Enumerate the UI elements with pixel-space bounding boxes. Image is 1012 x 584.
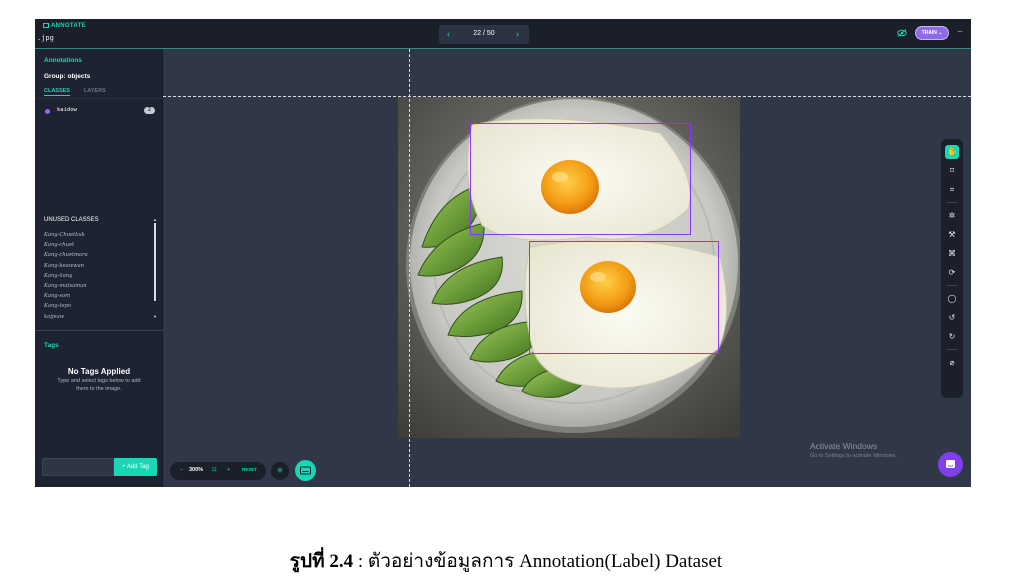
- activate-windows-subtitle: Go to Settings to activate Windows.: [810, 453, 897, 459]
- chat-icon: [946, 460, 955, 468]
- no-tags-heading: No Tags Applied: [67, 367, 131, 376]
- bounding-box-egg-1[interactable]: [470, 123, 691, 235]
- annotation-app-window: ANNOTATE .jpg ‹ 22 / 50 › TRAIN ⌄ ··· An…: [35, 19, 971, 487]
- crosshair-vertical: [409, 49, 410, 487]
- divider: [35, 98, 163, 99]
- divider: [35, 330, 163, 331]
- caption-text: : ตัวอย่างข้อมูลการ Annotation(Label) Da…: [353, 551, 723, 572]
- bbox-icon[interactable]: ⌑: [945, 164, 959, 178]
- image-pager: ‹ 22 / 50 ›: [439, 25, 529, 44]
- unused-classes-title: UNUSED CLASSES: [44, 217, 99, 223]
- image-filename: .jpg: [37, 34, 54, 42]
- toolbar-divider: [947, 349, 957, 350]
- toolbar-divider: [947, 202, 957, 203]
- unused-class-item[interactable]: Kang-matsaman: [44, 281, 88, 291]
- magic-wand-icon[interactable]: ⚒: [945, 228, 959, 242]
- fit-to-screen-icon[interactable]: ⊡: [212, 467, 217, 473]
- class-item-kaidow[interactable]: kaidow 2: [45, 107, 155, 117]
- scroll-up-icon[interactable]: ▲: [153, 217, 157, 222]
- activate-windows-title: Activate Windows: [810, 441, 878, 451]
- top-bar: ANNOTATE .jpg ‹ 22 / 50 › TRAIN ⌄ ···: [35, 19, 971, 49]
- snap-settings-button[interactable]: ✳: [271, 462, 289, 480]
- smart-select-icon[interactable]: ✲: [945, 209, 959, 223]
- next-image-button[interactable]: ›: [516, 29, 519, 39]
- unused-class-item[interactable]: Kang-keawwan: [44, 261, 88, 271]
- zoom-out-button[interactable]: −: [180, 467, 183, 473]
- train-button[interactable]: TRAIN ⌄: [915, 26, 949, 40]
- figure-caption: รูปที่ 2.4 : ตัวอย่างข้อมูลการ Annotatio…: [0, 546, 1012, 576]
- reset-zoom-button[interactable]: RESET: [242, 467, 257, 472]
- zoom-in-button[interactable]: +: [227, 467, 230, 473]
- zoom-level: 300%: [189, 467, 204, 473]
- keyboard-icon: [300, 466, 311, 475]
- tab-layers[interactable]: LAYERS: [84, 88, 106, 94]
- unused-class-item[interactable]: Kang-chuetmara: [44, 250, 88, 260]
- redo-icon[interactable]: ↻: [945, 330, 959, 344]
- zoom-controls: − 300% ⊡ + RESET: [170, 462, 266, 480]
- unused-class-item[interactable]: Kang-Chuetkuk: [44, 230, 88, 240]
- annotations-sidebar: Annotations Group: objects CLASSES LAYER…: [35, 49, 163, 487]
- unused-class-item[interactable]: Kang-tepo: [44, 301, 88, 311]
- unused-class-item[interactable]: Kang-chuet: [44, 240, 88, 250]
- hide-icon[interactable]: ⌀: [945, 356, 959, 370]
- group-label: Group: objects: [44, 73, 91, 80]
- comment-icon[interactable]: ◯: [945, 292, 959, 306]
- undo-icon[interactable]: ↺: [945, 311, 959, 325]
- class-color-dot: [45, 109, 50, 114]
- tag-input[interactable]: [42, 458, 114, 476]
- scrollbar-thumb[interactable]: [154, 223, 156, 301]
- add-tag-button[interactable]: + Add Tag: [114, 458, 157, 476]
- keyboard-shortcuts-button[interactable]: [295, 460, 316, 481]
- toolbar-divider: [947, 285, 957, 286]
- tools-toolbar: ✋ ⌑ ⌗ ✲ ⚒ ⌘ ⟳ ◯ ↺ ↻ ⌀: [941, 139, 963, 398]
- label-assist-icon[interactable]: ⌘: [945, 247, 959, 261]
- brand-logo: ANNOTATE: [43, 23, 86, 29]
- unused-class-item[interactable]: kaijeaw: [44, 312, 88, 322]
- unused-class-item[interactable]: Kang-som: [44, 291, 88, 301]
- scroll-down-icon[interactable]: ▼: [153, 314, 157, 319]
- hide-annotations-icon[interactable]: [897, 29, 907, 37]
- brand-name: ANNOTATE: [51, 23, 86, 29]
- class-count-badge: 2: [144, 107, 155, 114]
- unused-class-item[interactable]: Kang-liang: [44, 271, 88, 281]
- polygon-icon[interactable]: ⌗: [945, 183, 959, 197]
- tab-classes[interactable]: CLASSES: [44, 88, 70, 96]
- unused-classes-list: Kang-Chuetkuk Kang-chuet Kang-chuetmara …: [44, 230, 88, 322]
- hand-icon[interactable]: ✋: [945, 145, 959, 159]
- brand-icon: [43, 23, 49, 28]
- bounding-box-egg-2[interactable]: [529, 241, 719, 354]
- tags-title: Tags: [44, 342, 59, 349]
- tags-help-text: Type and select tags below to add them t…: [57, 378, 141, 392]
- repeat-icon[interactable]: ⟳: [945, 266, 959, 280]
- sidebar-title: Annotations: [44, 57, 82, 64]
- annotation-canvas[interactable]: − 300% ⊡ + RESET ✳ ✋ ⌑ ⌗ ✲ ⚒ ⌘ ⟳ ◯ ↺ ↻ ⌀…: [163, 49, 971, 487]
- more-options-icon[interactable]: ···: [957, 27, 963, 36]
- figure-number: รูปที่ 2.4: [289, 551, 354, 572]
- chat-support-button[interactable]: [938, 452, 963, 477]
- class-name: kaidow: [57, 107, 77, 113]
